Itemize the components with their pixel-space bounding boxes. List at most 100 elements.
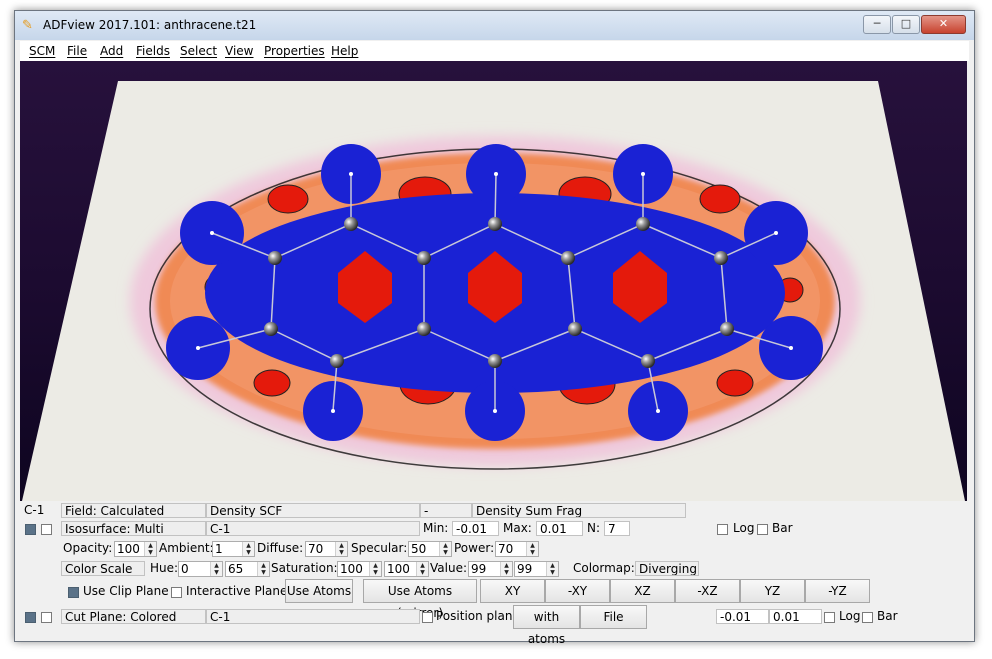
use-clip-plane-checkbox[interactable] (68, 587, 79, 598)
saturation-min-arrows[interactable]: ▲ ▼ (369, 562, 381, 576)
iso-select-checkbox[interactable] (41, 524, 52, 535)
use-atoms-mirror-button[interactable]: Use Atoms (mirror) (363, 579, 477, 620)
use-clip-plane-label: Use Clip Plane (83, 584, 169, 598)
cut-plane-type[interactable]: Cut Plane: Colored (61, 609, 206, 624)
ambient-spinbox[interactable]: 1 ▲ ▼ (212, 541, 255, 557)
file-button[interactable]: File (580, 605, 647, 629)
hue-max-arrows[interactable]: ▲ ▼ (257, 562, 269, 576)
saturation-max-value: 100 (387, 562, 410, 576)
hue-min-arrows[interactable]: ▲ ▼ (210, 562, 222, 576)
density-plane-render (22, 81, 965, 501)
field-type[interactable]: Field: Calculated (61, 503, 206, 518)
view-neg-xy-button[interactable]: -XY (545, 579, 610, 603)
ambient-spin-arrows[interactable]: ▲ ▼ (242, 542, 254, 556)
specular-label: Specular: (351, 541, 408, 555)
power-spinbox[interactable]: 70 ▲ ▼ (495, 541, 539, 557)
cut-bar-label: Bar (877, 609, 898, 623)
menu-file[interactable]: File (67, 44, 87, 58)
field-name2[interactable]: Density Sum Frag (472, 503, 686, 518)
cut-plane-fragment[interactable]: C-1 (206, 609, 420, 624)
iso-log-checkbox[interactable] (717, 524, 728, 535)
saturation-max-arrows[interactable]: ▲ ▼ (416, 562, 428, 576)
diffuse-spin-arrows[interactable]: ▲ ▼ (335, 542, 347, 556)
hue-min-value: 0 (181, 562, 189, 576)
menu-add[interactable]: Add (100, 44, 123, 58)
position-plane-checkbox[interactable] (422, 612, 433, 623)
max-label: Max: (503, 521, 532, 535)
specular-spin-arrows[interactable]: ▲ ▼ (439, 542, 451, 556)
value-min-arrows[interactable]: ▲ ▼ (500, 562, 512, 576)
ambient-value: 1 (215, 542, 223, 556)
hue-label: Hue: (150, 561, 179, 575)
adfview-app-icon: ✎ (22, 18, 33, 33)
interactive-plane-label: Interactive Plane (186, 584, 288, 598)
close-button[interactable]: ✕ (921, 15, 966, 34)
cut-select-checkbox[interactable] (41, 612, 52, 623)
diffuse-spinbox[interactable]: 70 ▲ ▼ (305, 541, 348, 557)
use-atoms-button[interactable]: Use Atoms (285, 579, 353, 603)
menu-scm[interactable]: SCM (29, 44, 55, 58)
specular-spinbox[interactable]: 50 ▲ ▼ (408, 541, 452, 557)
view-yz-button[interactable]: YZ (740, 579, 805, 603)
isosurface-type[interactable]: Isosurface: Multi (61, 521, 206, 536)
opacity-spin-arrows[interactable]: ▲ ▼ (144, 542, 156, 556)
maximize-button[interactable]: □ (892, 15, 920, 34)
menu-fields[interactable]: Fields (136, 44, 170, 58)
menu-properties[interactable]: Properties (264, 44, 325, 58)
cut-max-input[interactable]: 0.01 (769, 609, 822, 624)
opacity-label: Opacity: (63, 541, 113, 555)
value-max-value: 99 (517, 562, 533, 576)
hue-max-value: 65 (228, 562, 244, 576)
iso-visible-toggle[interactable] (25, 524, 36, 535)
interactive-plane-checkbox[interactable] (171, 587, 182, 598)
min-label: Min: (423, 521, 449, 535)
menu-select[interactable]: Select (180, 44, 217, 58)
iso-bar-label: Bar (772, 521, 793, 535)
main-window: ✎ ADFview 2017.101: anthracene.t21 ─ □ ✕… (14, 10, 975, 646)
saturation-max-spinbox[interactable]: 100 ▲ ▼ (384, 561, 429, 577)
title-bar[interactable]: ✎ ADFview 2017.101: anthracene.t21 ─ □ ✕ (15, 11, 974, 40)
iso-min-input[interactable]: -0.01 (452, 521, 499, 536)
view-neg-xz-button[interactable]: -XZ (675, 579, 740, 603)
field-name[interactable]: Density SCF (206, 503, 420, 518)
saturation-min-spinbox[interactable]: 100 ▲ ▼ (337, 561, 382, 577)
view-neg-yz-button[interactable]: -YZ (805, 579, 870, 603)
color-scale-field[interactable]: Color Scale (61, 561, 145, 576)
iso-n-input[interactable]: 7 (604, 521, 630, 536)
with-atoms-button[interactable]: with atoms (513, 605, 580, 646)
power-spin-arrows[interactable]: ▲ ▼ (526, 542, 538, 556)
opacity-spinbox[interactable]: 100 ▲ ▼ (114, 541, 157, 557)
cut-min-input[interactable]: -0.01 (716, 609, 769, 624)
saturation-label: Saturation: (271, 561, 338, 575)
saturation-min-value: 100 (340, 562, 363, 576)
menu-bar: SCM File Add Fields Select View Properti… (20, 41, 969, 61)
cut-visible-toggle[interactable] (25, 612, 36, 623)
view-xy-button[interactable]: XY (480, 579, 545, 603)
value-max-spinbox[interactable]: 99 ▲ ▼ (514, 561, 559, 577)
cut-log-checkbox[interactable] (824, 612, 835, 623)
menu-view[interactable]: View (225, 44, 253, 58)
window-title: ADFview 2017.101: anthracene.t21 (43, 18, 257, 32)
field-operator[interactable]: - (420, 503, 472, 518)
hue-min-spinbox[interactable]: 0 ▲ ▼ (178, 561, 223, 577)
3d-viewport[interactable] (20, 61, 967, 501)
iso-max-input[interactable]: 0.01 (536, 521, 583, 536)
minimize-button[interactable]: ─ (863, 15, 891, 34)
ambient-label: Ambient: (159, 541, 214, 555)
power-value: 70 (498, 542, 514, 556)
view-xz-button[interactable]: XZ (610, 579, 675, 603)
value-min-spinbox[interactable]: 99 ▲ ▼ (468, 561, 513, 577)
power-label: Power: (454, 541, 495, 555)
value-max-arrows[interactable]: ▲ ▼ (546, 562, 558, 576)
value-label: Value: (430, 561, 467, 575)
hue-max-spinbox[interactable]: 65 ▲ ▼ (225, 561, 270, 577)
field-id: C-1 (24, 503, 45, 517)
colormap-field[interactable]: Diverging (635, 561, 699, 576)
isosurface-fragment[interactable]: C-1 (206, 521, 420, 536)
iso-bar-checkbox[interactable] (757, 524, 768, 535)
n-label: N: (587, 521, 601, 535)
position-plane-label: Position plane (436, 609, 520, 623)
cut-bar-checkbox[interactable] (862, 612, 873, 623)
specular-value: 50 (411, 542, 427, 556)
menu-help[interactable]: Help (331, 44, 358, 58)
